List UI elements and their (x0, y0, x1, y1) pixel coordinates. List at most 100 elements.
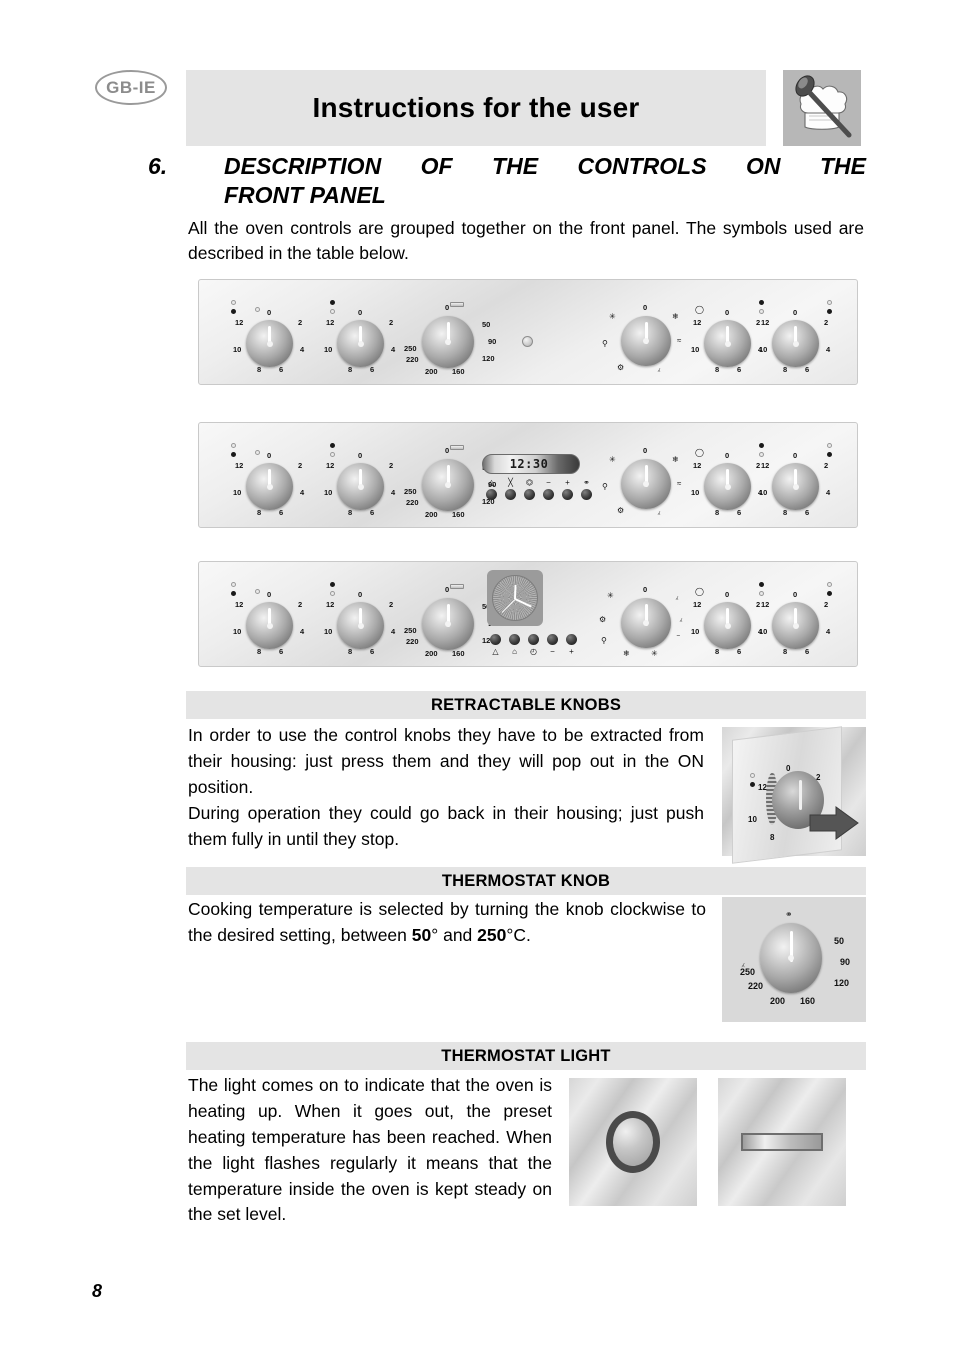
lamp-icon: ⚭ (583, 478, 590, 487)
thermostat-light-round-figure (569, 1078, 697, 1206)
p2-indicator-open-4 (759, 452, 764, 457)
therm-label-160: 160 (452, 367, 465, 376)
p3-knob3-label-0: 0 (725, 590, 730, 599)
p3-knob-function-selector[interactable] (621, 598, 671, 648)
p2-knob2-label-0: 0 (358, 451, 363, 460)
p3-knob-timer-left[interactable] (246, 602, 293, 649)
clock-button-plus[interactable] (566, 634, 577, 645)
p2-knob-timer-right-b[interactable] (772, 463, 819, 510)
bell-icon: △ (492, 647, 499, 656)
knob-timer-right-a[interactable] (704, 320, 751, 367)
clock-button-bell[interactable] (490, 634, 501, 645)
p2-knob3-label-0: 0 (725, 451, 730, 460)
p2-indicator-filled-1 (231, 452, 236, 457)
timer-button-cook-time[interactable] (524, 489, 535, 500)
p2-indicator-open-1 (231, 443, 236, 448)
p3-knob-label-10: 10 (233, 627, 242, 636)
p3-knob-timer-right-b[interactable] (772, 602, 819, 649)
p2-knob-timer-right-a[interactable] (704, 463, 751, 510)
tk-label-220: 220 (748, 981, 764, 991)
p3-knob3-label-2: 2 (756, 600, 761, 609)
timer-button-minus[interactable] (543, 489, 554, 500)
p3-knob-label-12: 12 (235, 600, 244, 609)
rk-label-8: 8 (770, 833, 775, 842)
p2-therm-label-200: 200 (425, 510, 438, 519)
knob3-label-8: 8 (715, 365, 720, 374)
p2-therm-label-0: 0 (445, 446, 450, 455)
knob4-label-12: 12 (761, 318, 770, 327)
p3-knob-timer-right-a[interactable] (704, 602, 751, 649)
tk-label-120: 120 (834, 978, 850, 988)
knob-function-selector-1[interactable] (621, 316, 671, 366)
control-panel-diagram-1: 0 2 4 6 8 10 12 0 2 4 6 8 10 12 0 50 90 … (198, 279, 858, 385)
thermostat-knob-body[interactable] (760, 923, 822, 993)
indicator-light-open-5 (827, 300, 832, 305)
clock-button-minus[interactable] (547, 634, 558, 645)
p3-indicator-open-1 (231, 582, 236, 587)
page-title: Instructions for the user (312, 92, 640, 123)
timer-button-plus[interactable] (562, 489, 573, 500)
p2-grill-icon: ⚲ (602, 482, 608, 491)
p3-knob-thermostat[interactable] (422, 598, 474, 650)
pan-icon: ⌂ (512, 647, 517, 656)
p2-knob2-label-8: 8 (348, 508, 353, 517)
p3-knob2-label-0: 0 (358, 590, 363, 599)
double-curve-icon-1: ≈ (677, 336, 682, 345)
panel-lamp-rect-1 (450, 302, 464, 307)
clock-hour-hand (514, 584, 517, 600)
p3-defrost-icon: ⚙ (599, 615, 607, 624)
p3-knob-timer-second[interactable] (337, 602, 384, 649)
indicator-light-filled-4 (827, 309, 832, 314)
knob-thermostat-1[interactable] (422, 316, 474, 368)
thermostat-light-lens (613, 1118, 653, 1166)
knob-timer-second[interactable] (337, 320, 384, 367)
chef-hat-spoon-icon (783, 70, 861, 146)
p2-knob-timer-left[interactable] (246, 463, 293, 510)
p2-knob-function-selector[interactable] (621, 459, 671, 509)
knob2-label-6: 6 (370, 365, 375, 374)
p3-oval-icon: ◯ (695, 587, 704, 596)
p3-knob-label-2: 2 (298, 600, 303, 609)
knob-timer-left[interactable] (246, 320, 293, 367)
timer-button-cook-off[interactable] (505, 489, 516, 500)
clock-button-pan[interactable] (509, 634, 520, 645)
p2-knob-label-0: 0 (267, 451, 272, 460)
p2-knob-thermostat[interactable] (422, 459, 474, 511)
knob2-label-0: 0 (358, 308, 363, 317)
p2-knob-timer-second[interactable] (337, 463, 384, 510)
plus-icon: + (565, 478, 570, 487)
curve-icon-1: ⁁ (658, 363, 660, 372)
p3-indicator-filled-1 (231, 591, 236, 596)
retractable-knob-figure: 0 2 12 10 8 (722, 726, 866, 864)
tk-label-160: 160 (800, 996, 816, 1006)
p3-indicator-filled-2 (330, 582, 335, 587)
clock-minute-hand (514, 598, 532, 608)
p2-knob3-label-10: 10 (691, 488, 700, 497)
p3-knob-label-0: 0 (267, 590, 272, 599)
knob-timer-right-b[interactable] (772, 320, 819, 367)
indicator-light-filled-1 (231, 309, 236, 314)
p3-knob2-label-2: 2 (389, 600, 394, 609)
retractable-knobs-paragraph-2: During operation they could go back in t… (188, 803, 704, 849)
p3-panel-lamp-rect (450, 584, 464, 589)
p3-knob3-label-8: 8 (715, 647, 720, 656)
p3-knob-label-4: 4 (300, 627, 305, 636)
timer-button-lamp[interactable] (581, 489, 592, 500)
p3-indicator-open-3 (330, 591, 335, 596)
clock-button-clock[interactable] (528, 634, 539, 645)
knob4-label-0: 0 (793, 308, 798, 317)
p2-knob4-label-10: 10 (759, 488, 768, 497)
section-number: 6. (148, 153, 168, 179)
timer-button-bell[interactable] (486, 489, 497, 500)
oval-icon-1: ◯ (695, 305, 704, 314)
p3-func-label-0: 0 (643, 585, 648, 594)
knob3-label-10: 10 (691, 345, 700, 354)
therm-label-50: 50 (482, 320, 491, 329)
fan-icon-1: ✳ (609, 312, 616, 321)
p2-knob3-label-8: 8 (715, 508, 720, 517)
thermostat-light-heading: THERMOSTAT LIGHT (441, 1046, 611, 1065)
indicator-light-open-2 (255, 307, 260, 312)
p2-panel-lamp-rect (450, 445, 464, 450)
p3-therm-label-200: 200 (425, 649, 438, 658)
knob3-label-6: 6 (737, 365, 742, 374)
